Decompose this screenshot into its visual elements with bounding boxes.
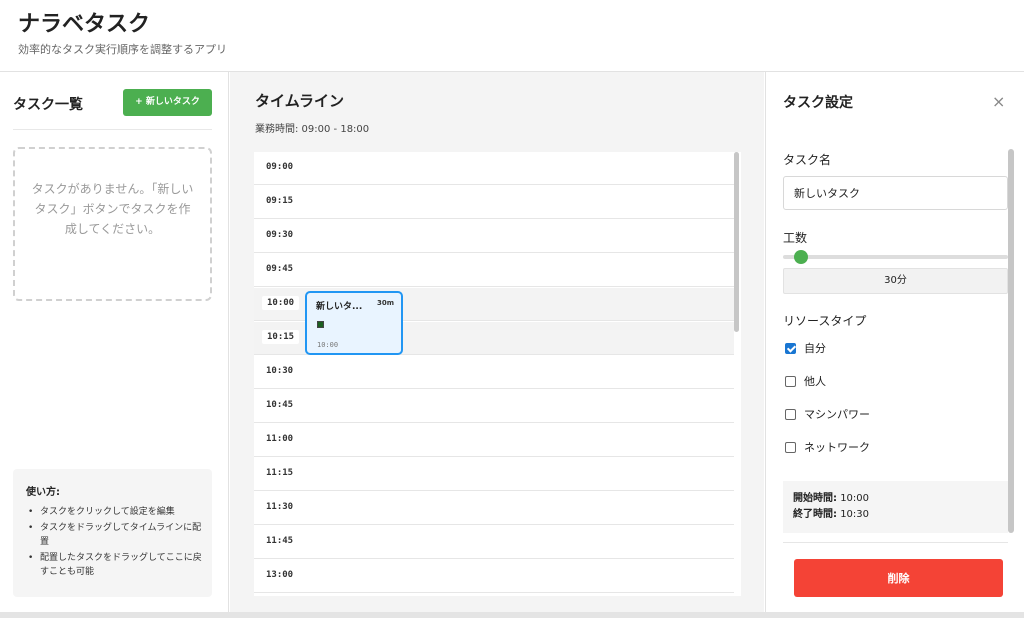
divider [783,542,1008,543]
resource-type-label: リソースタイプ [783,314,867,328]
end-time-value: 10:30 [840,509,870,520]
checkbox[interactable] [785,375,796,387]
task-card-start-time: 10:00 [317,341,339,349]
timeline-slot[interactable]: 11:00 [254,424,734,457]
task-list-panel: タスク一覧 + 新しいタスク タスクがありません。「新しいタスク」ボタンでタスク… [0,72,229,612]
task-name-input[interactable] [783,176,1008,210]
timeline-slot[interactable]: 11:15 [254,458,734,491]
howto-title: 使い方: [26,487,60,498]
resource-checkbox-machine[interactable]: マシンパワー [785,406,870,422]
timeline-task-card[interactable]: 新しいタ... 30m 10:00 [305,291,403,355]
effort-slider-thumb[interactable] [794,250,809,264]
effort-value: 30分 [783,268,1008,294]
resource-checkbox-others[interactable]: 他人 [785,373,826,389]
task-list-title: タスク一覧 [13,97,83,113]
slot-time-label: 11:45 [266,536,294,546]
howto-list: タスクをクリックして設定を編集 タスクをドラッグしてタイムラインに配置 配置した… [26,505,202,579]
task-card-duration: 30m [376,299,394,307]
settings-scrollbar[interactable] [1008,149,1014,533]
task-card-name: 新しいタ... [316,302,363,312]
slot-time-label: 09:00 [266,162,294,172]
slot-time-label: 10:45 [266,400,294,410]
resource-checkbox-self[interactable]: 自分 [785,340,826,356]
start-time-label: 開始時間: [793,493,837,504]
howto-item: タスクをドラッグしてタイムラインに配置 [26,521,202,549]
empty-message: タスクがありません。「新しいタスク」ボタンでタスクを作成してください。 [31,182,194,236]
app-title: ナラベタスク [18,12,151,37]
timeline-slot[interactable]: 10:30 [254,356,734,389]
timeline-slot[interactable]: 09:30 [254,220,734,253]
start-time-value: 10:00 [840,493,870,504]
resource-checkbox-network[interactable]: ネットワーク [785,439,870,455]
slot-time-label: 10:00 [262,296,300,310]
slot-time-label: 11:15 [266,468,294,478]
timeline-slot[interactable]: 09:15 [254,186,734,219]
checkbox-label: ネットワーク [804,441,870,454]
start-time-row: 開始時間: 10:00 [793,491,998,507]
effort-label: 工数 [783,231,808,245]
slot-time-label: 13:00 [266,570,294,580]
task-name-label: タスク名 [783,153,832,167]
checkbox-label: 他人 [804,375,826,388]
slot-time-label: 09:45 [266,264,294,274]
empty-task-dropzone[interactable]: タスクがありません。「新しいタスク」ボタンでタスクを作成してください。 [13,147,212,301]
slot-time-label: 09:30 [266,230,294,240]
timeline-slot[interactable]: 09:45 [254,254,734,287]
delete-button[interactable]: 削除 [794,559,1003,597]
timeline-slot[interactable]: 09:00 [254,152,734,185]
slot-time-label: 11:00 [266,434,294,444]
timeline-slot[interactable]: 11:30 [254,492,734,525]
howto-box: 使い方: タスクをクリックして設定を編集 タスクをドラッグしてタイムラインに配置… [13,469,212,597]
resource-self-icon [317,321,324,328]
timeline-slot[interactable]: 10:45 [254,390,734,423]
timeline-grid: 13:00 11:45 11:30 11:15 11:00 10:45 10:30 10:15… [254,152,741,596]
slot-time-label: 11:30 [266,502,294,512]
timeline-slot[interactable]: 13:00 [254,560,734,593]
close-icon[interactable]: × [992,94,1005,110]
checkbox[interactable] [785,441,796,453]
checkbox[interactable] [785,408,796,420]
settings-title: タスク設定 [783,95,853,111]
business-hours: 業務時間: 09:00 - 18:00 [255,124,370,135]
timeline-slot[interactable]: 11:45 [254,526,734,559]
divider [13,129,212,130]
end-time-label: 終了時間: [793,509,837,520]
howto-item: 配置したタスクをドラッグしてここに戻すことも可能 [26,551,202,579]
timeline-scrollbar[interactable] [734,152,739,332]
checkbox[interactable] [785,342,796,354]
time-info: 開始時間: 10:00 終了時間: 10:30 [783,481,1008,533]
app-subtitle: 効率的なタスク実行順序を調整するアプリ [18,43,227,56]
timeline-panel: タイムライン 業務時間: 09:00 - 18:00 13:00 11:45 11:… [230,72,764,612]
checkbox-label: マシンパワー [804,408,870,421]
checkbox-label: 自分 [804,342,826,355]
howto-item: タスクをクリックして設定を編集 [26,505,202,519]
app-header: ナラベタスク 効率的なタスク実行順序を調整するアプリ [0,0,1024,72]
end-time-row: 終了時間: 10:30 [793,507,998,523]
slot-time-label: 10:30 [266,366,294,376]
bottom-bar [0,612,1024,618]
new-task-button[interactable]: + 新しいタスク [123,89,212,116]
timeline-title: タイムライン [255,92,344,110]
effort-slider-track[interactable] [783,255,1008,259]
slot-time-label: 09:15 [266,196,294,206]
slot-time-label: 10:15 [262,330,300,344]
task-settings-panel: タスク設定 × タスク名 工数 30分 リソースタイプ 自分 他人 マシンパワー… [765,72,1024,612]
